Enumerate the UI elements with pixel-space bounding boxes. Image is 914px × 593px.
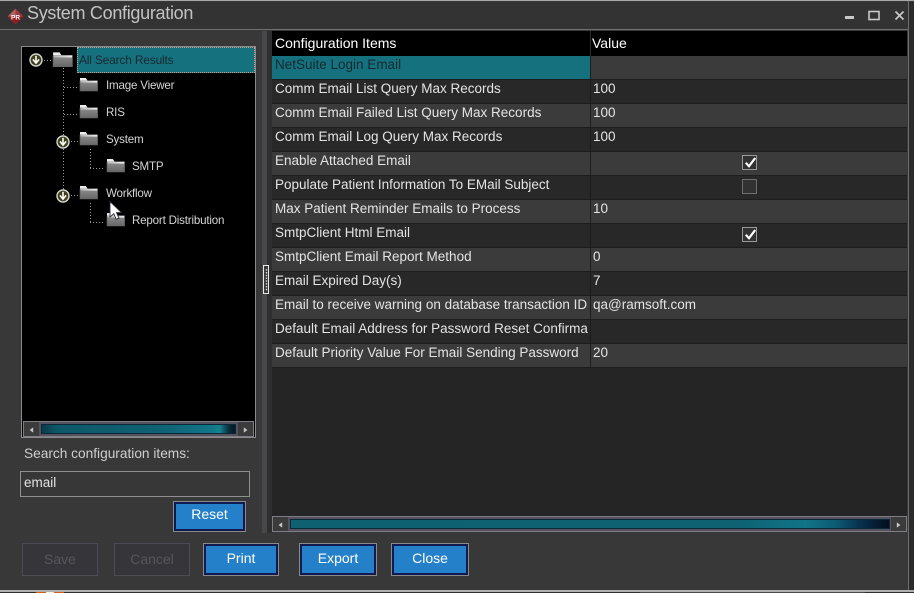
svg-text:PR: PR — [11, 15, 20, 22]
